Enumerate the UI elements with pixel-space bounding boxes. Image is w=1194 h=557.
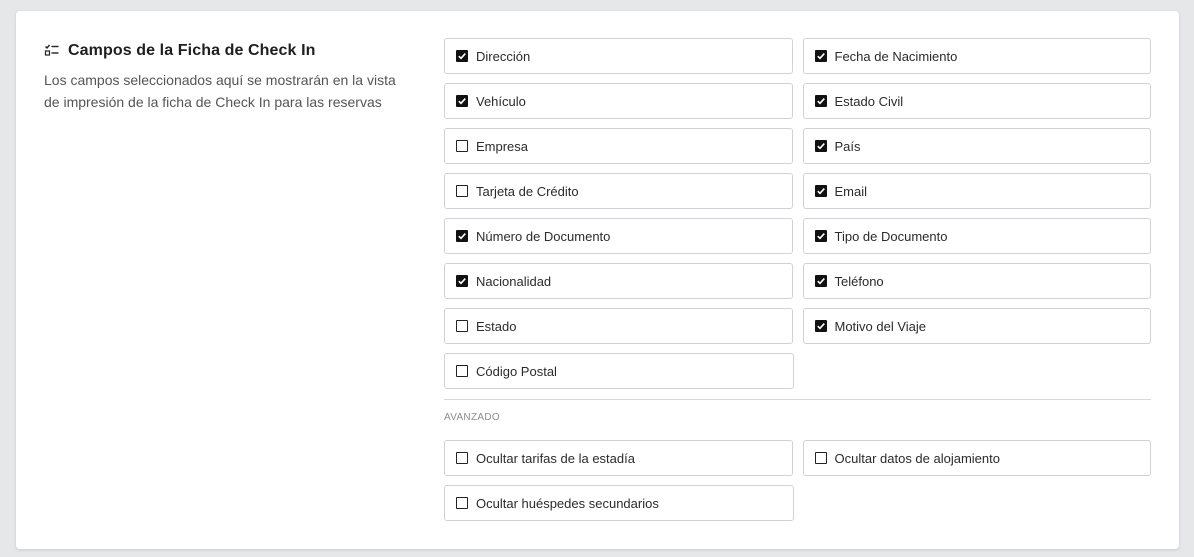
field-option-label: Motivo del Viaje <box>834 318 927 334</box>
field-option-label: Fecha de Nacimiento <box>834 48 958 64</box>
field-row: Código Postal <box>444 353 1151 389</box>
checkbox-checked[interactable] <box>456 275 468 287</box>
field-row: Nacionalidad Teléfono <box>444 263 1151 299</box>
section-divider <box>444 399 1151 400</box>
field-row: Empresa País <box>444 128 1151 164</box>
field-option-numero-de-documento[interactable]: Número de Documento <box>444 218 793 254</box>
checkbox-checked[interactable] <box>456 95 468 107</box>
checkin-fields-card: Campos de la Ficha de Check In Los campo… <box>16 11 1179 549</box>
check-icon <box>458 233 466 240</box>
field-option-nacionalidad[interactable]: Nacionalidad <box>444 263 793 299</box>
field-row: Número de Documento Tipo de Documento <box>444 218 1151 254</box>
field-option-tarjeta-de-credito[interactable]: Tarjeta de Crédito <box>444 173 793 209</box>
empty-cell <box>804 485 1152 519</box>
checkbox-checked[interactable] <box>814 140 827 152</box>
field-option-label: Vehículo <box>476 93 526 109</box>
field-option-estado-civil[interactable]: Estado Civil <box>802 83 1151 119</box>
check-icon <box>816 98 825 105</box>
checkbox-checked[interactable] <box>456 50 468 62</box>
field-option-label: País <box>834 138 861 154</box>
check-icon <box>458 278 466 285</box>
checkbox-checked[interactable] <box>814 50 827 62</box>
field-option-label: Ocultar huéspedes secundarios <box>476 495 659 511</box>
field-row: Ocultar tarifas de la estadía Ocultar dat… <box>444 440 1151 476</box>
field-row: Vehículo Estado Civil <box>444 83 1151 119</box>
section-description: Los campos seleccionados aquí se mostrar… <box>44 72 396 110</box>
main-fields: Dirección Fecha de Nacimiento Vehículo Esta… <box>444 38 1151 389</box>
checkbox-checked[interactable] <box>814 275 827 287</box>
field-option-label: Estado Civil <box>834 93 904 109</box>
field-option-ocultar-datos-de-alojamiento[interactable]: Ocultar datos de alojamiento <box>802 440 1151 476</box>
checkbox-unchecked[interactable] <box>456 320 468 332</box>
field-option-label: Nacionalidad <box>476 273 552 289</box>
field-option-label: Tarjeta de Crédito <box>476 183 579 199</box>
checkbox-checked[interactable] <box>814 95 827 107</box>
field-option-label: Email <box>834 183 868 199</box>
field-option-label: Dirección <box>476 48 531 64</box>
page-title: Campos de la Ficha de Check In <box>68 42 316 59</box>
checkbox-checked[interactable] <box>456 230 468 242</box>
empty-cell <box>804 353 1152 387</box>
checkbox-checked[interactable] <box>814 320 827 332</box>
field-row: Dirección Fecha de Nacimiento <box>444 38 1151 74</box>
check-icon <box>816 233 825 240</box>
checkbox-unchecked[interactable] <box>456 497 468 509</box>
field-option-email[interactable]: Email <box>802 173 1151 209</box>
check-icon <box>458 98 466 105</box>
check-icon <box>816 278 825 285</box>
field-option-label: Ocultar tarifas de la estadía <box>476 450 635 466</box>
check-icon <box>458 53 466 60</box>
field-row: Ocultar huéspedes secundarios <box>444 485 1151 521</box>
field-option-label: Teléfono <box>834 273 884 289</box>
fields-grid: Dirección Fecha de Nacimiento Vehículo Esta… <box>444 38 1151 530</box>
checklist-icon <box>44 43 60 59</box>
checkbox-unchecked[interactable] <box>456 365 468 377</box>
field-option-label: Empresa <box>476 138 529 154</box>
field-option-label: Código Postal <box>476 363 557 379</box>
field-option-codigo-postal[interactable]: Código Postal <box>444 353 794 389</box>
field-option-empresa[interactable]: Empresa <box>444 128 793 164</box>
check-icon <box>816 323 825 330</box>
advanced-fields: Ocultar tarifas de la estadía Ocultar dat… <box>444 440 1151 521</box>
check-icon <box>816 188 825 195</box>
field-option-motivo-del-viaje[interactable]: Motivo del Viaje <box>802 308 1151 344</box>
title-row: Campos de la Ficha de Check In <box>44 41 404 61</box>
field-option-fecha-de-nacimiento[interactable]: Fecha de Nacimiento <box>802 38 1151 74</box>
field-option-label: Ocultar datos de alojamiento <box>834 450 1000 466</box>
field-option-label: Estado <box>476 318 517 334</box>
checkbox-unchecked[interactable] <box>456 140 468 152</box>
field-option-ocultar-tarifas-de-la-estadia[interactable]: Ocultar tarifas de la estadía <box>444 440 793 476</box>
field-option-direccion[interactable]: Dirección <box>444 38 793 74</box>
advanced-section-label: AVANZADO <box>444 412 500 423</box>
section-header: Campos de la Ficha de Check In Los campo… <box>44 41 404 113</box>
checkbox-unchecked[interactable] <box>456 185 468 197</box>
check-icon <box>816 143 825 150</box>
check-icon <box>816 53 825 60</box>
field-option-tipo-de-documento[interactable]: Tipo de Documento <box>802 218 1151 254</box>
field-row: Estado Motivo del Viaje <box>444 308 1151 344</box>
field-option-ocultar-huespedes-secundarios[interactable]: Ocultar huéspedes secundarios <box>444 485 794 521</box>
field-option-pais[interactable]: País <box>802 128 1151 164</box>
checkbox-checked[interactable] <box>814 185 827 197</box>
field-row: Tarjeta de Crédito Email <box>444 173 1151 209</box>
field-option-label: Número de Documento <box>476 228 611 244</box>
checkbox-unchecked[interactable] <box>814 452 827 464</box>
field-option-telefono[interactable]: Teléfono <box>802 263 1151 299</box>
checkbox-checked[interactable] <box>814 230 827 242</box>
field-option-vehiculo[interactable]: Vehículo <box>444 83 793 119</box>
field-option-label: Tipo de Documento <box>834 228 948 244</box>
checkbox-unchecked[interactable] <box>456 452 468 464</box>
field-option-estado[interactable]: Estado <box>444 308 793 344</box>
